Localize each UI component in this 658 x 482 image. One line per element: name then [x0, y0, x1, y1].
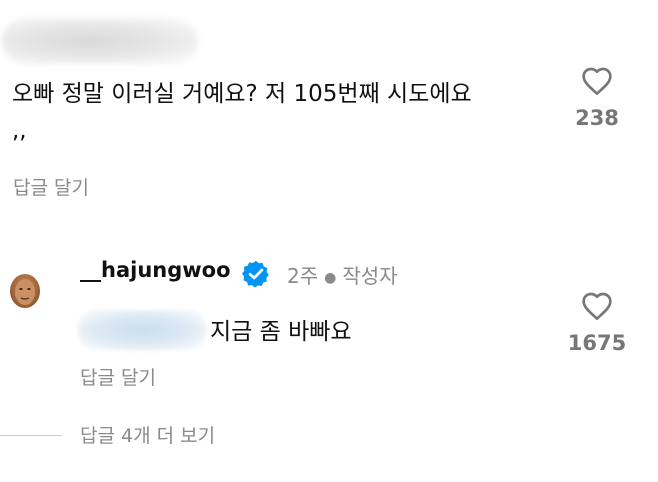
reply-button[interactable]: 답글 달기 [13, 173, 89, 200]
like-count: 238 [575, 106, 619, 130]
verified-badge-icon [241, 259, 271, 289]
separator-dot: ● [324, 269, 337, 286]
view-more-replies-button[interactable]: 답글 4개 더 보기 [80, 421, 215, 448]
timestamp: 2주 [287, 264, 319, 288]
avatar[interactable] [10, 274, 40, 308]
blurred-mention [78, 310, 206, 350]
reply-button[interactable]: 답글 달기 [80, 363, 156, 390]
like-column: 238 [557, 66, 637, 130]
reply-meta: 2주 ● 작성자 [287, 260, 398, 289]
like-count: 1675 [567, 331, 627, 355]
comment-text: 오빠 정말 이러실 거예요? 저 105번째 시도에요 ,, [12, 81, 472, 144]
blurred-username [2, 18, 198, 64]
reply-text: 지금 좀 바빠요 [210, 319, 352, 345]
like-column: 1675 [557, 291, 637, 355]
divider-line [0, 435, 62, 436]
heart-outline-icon[interactable] [557, 66, 637, 96]
username[interactable]: __hajungwoo [80, 258, 231, 282]
heart-outline-icon[interactable] [557, 291, 637, 321]
author-badge: 작성자 [342, 264, 398, 288]
